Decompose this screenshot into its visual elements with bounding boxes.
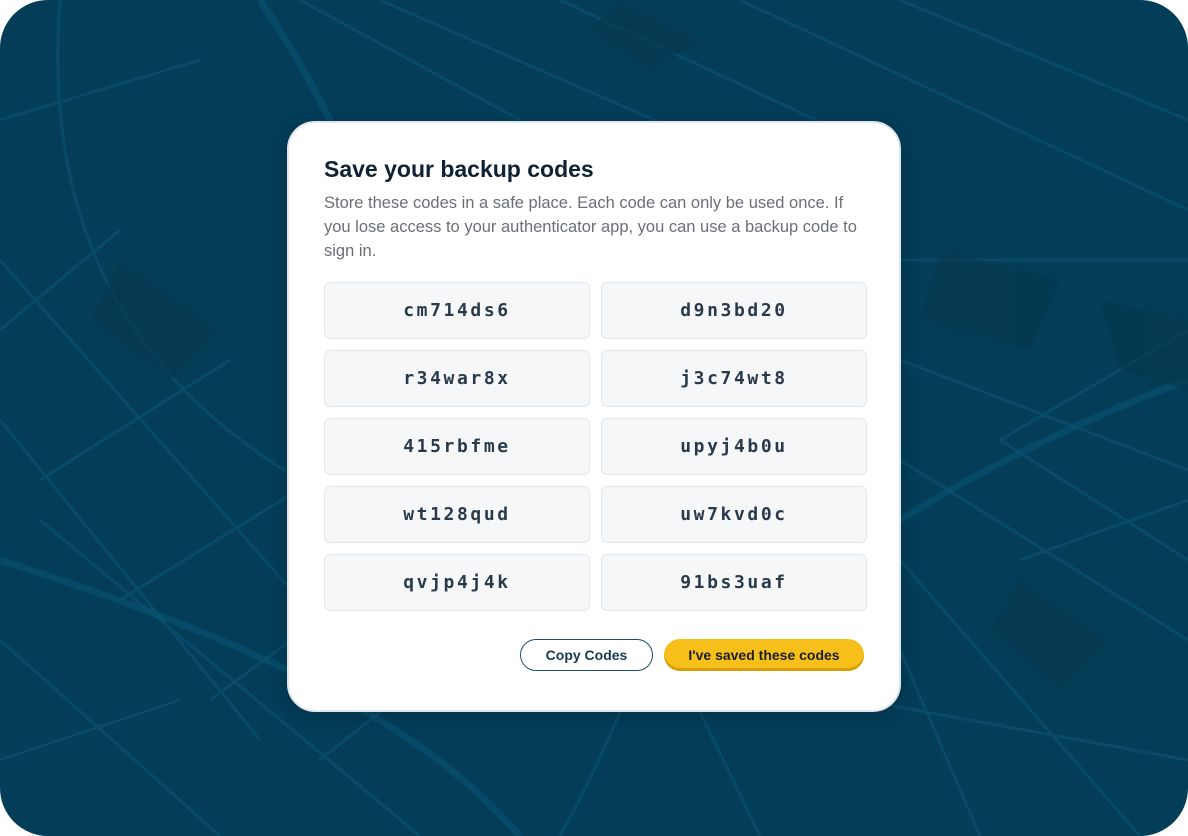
copy-codes-button[interactable]: Copy Codes: [520, 639, 653, 671]
backup-code: 415rbfme: [324, 418, 590, 475]
dialog-actions: Copy Codes I've saved these codes: [324, 639, 864, 671]
backup-code: uw7kvd0c: [601, 486, 867, 543]
backup-code: j3c74wt8: [601, 350, 867, 407]
dialog-description: Store these codes in a safe place. Each …: [324, 194, 857, 260]
backup-code: d9n3bd20: [601, 282, 867, 339]
backup-code: 91bs3uaf: [601, 554, 867, 611]
backup-code: r34war8x: [324, 350, 590, 407]
app-background: Save your backup codes Store these codes…: [0, 0, 1188, 836]
confirm-saved-button[interactable]: I've saved these codes: [664, 639, 864, 671]
backup-code: cm714ds6: [324, 282, 590, 339]
backup-code: qvjp4j4k: [324, 554, 590, 611]
backup-codes-dialog: Save your backup codes Store these codes…: [287, 121, 901, 712]
backup-code: upyj4b0u: [601, 418, 867, 475]
backup-codes-grid: cm714ds6 d9n3bd20 r34war8x j3c74wt8 415r…: [324, 282, 867, 611]
backup-code: wt128qud: [324, 486, 590, 543]
dialog-title: Save your backup codes: [324, 156, 594, 182]
